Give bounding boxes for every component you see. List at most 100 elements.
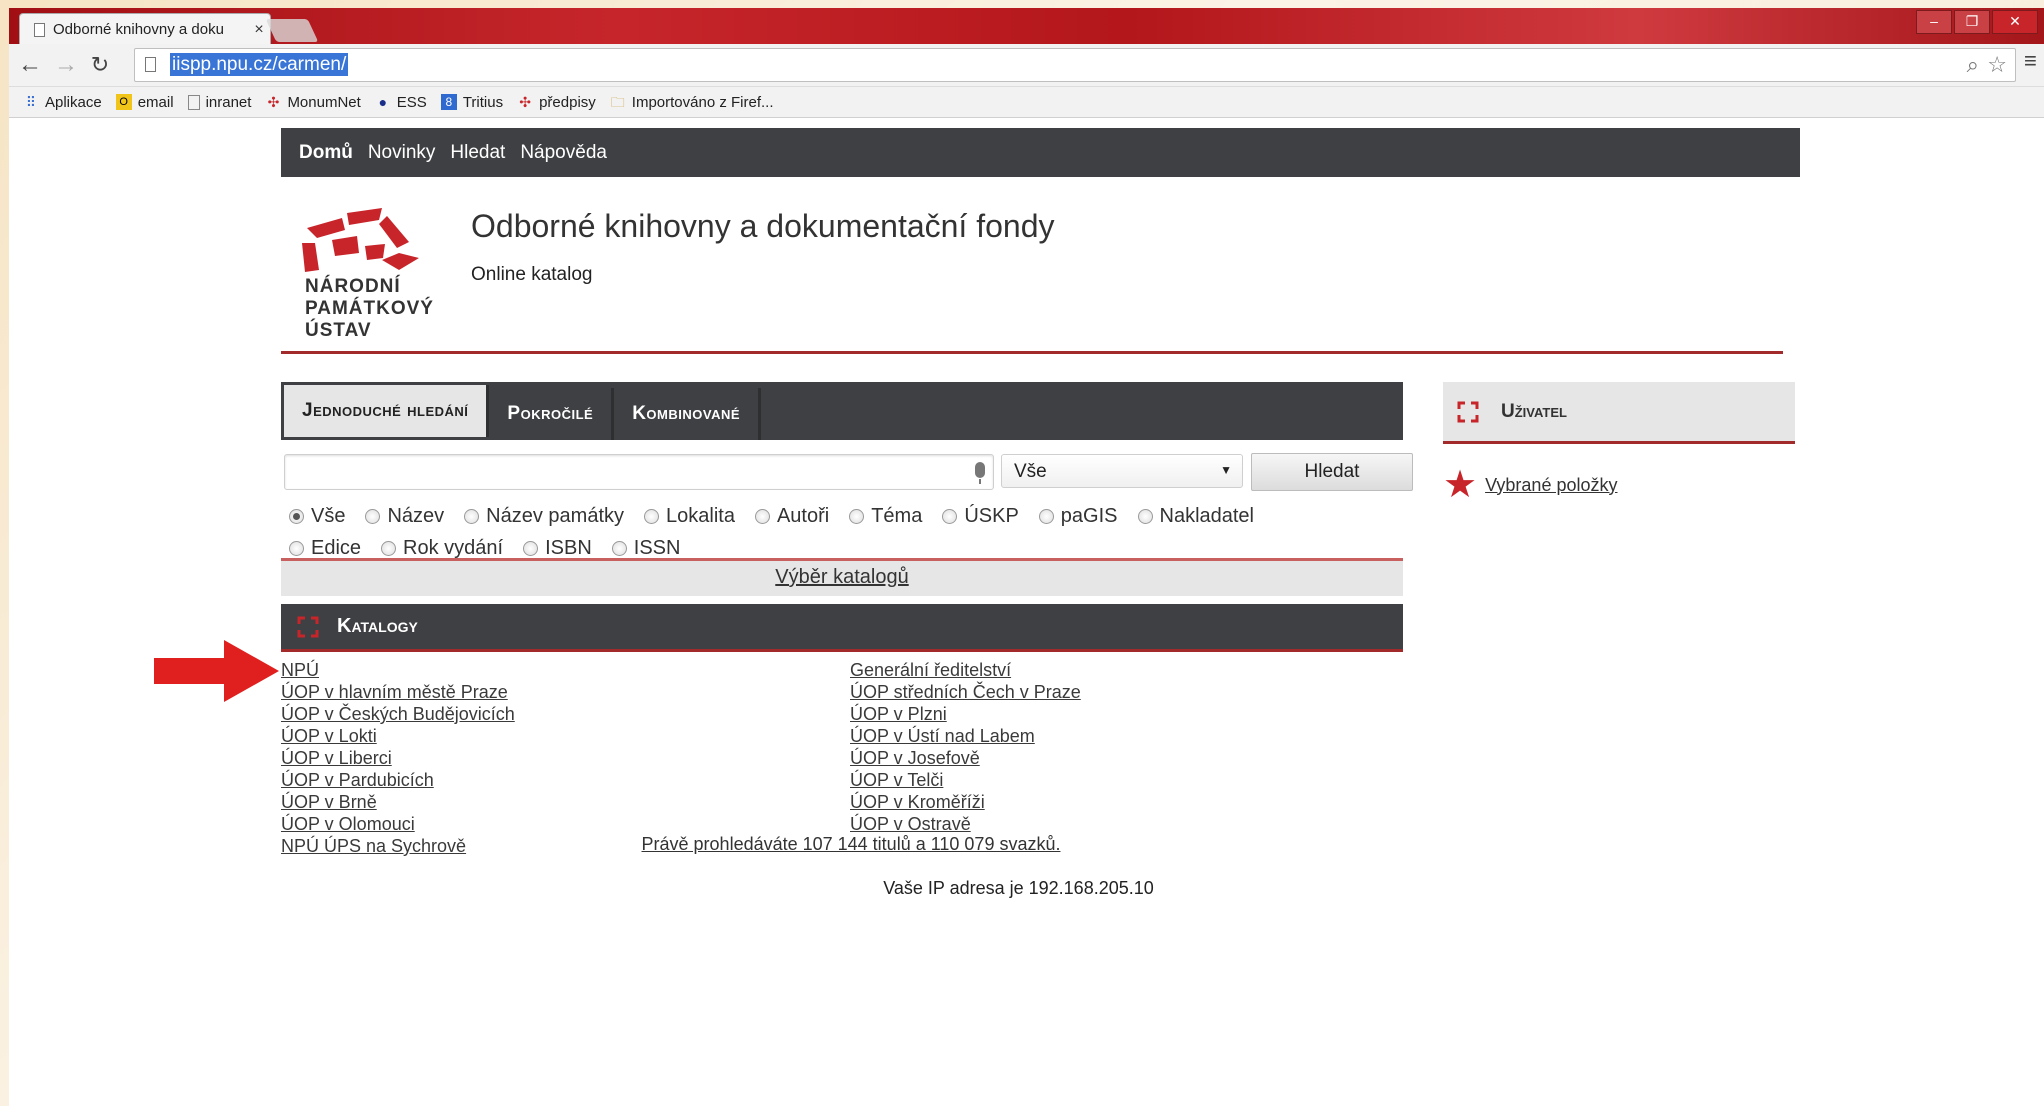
radio-button-icon[interactable] [381,540,397,556]
forward-arrow-icon[interactable]: → [51,50,81,80]
tab-advanced-search[interactable]: Pokročilé [489,388,615,440]
catalog-link[interactable]: ÚOP v Ústí nad Labem [850,725,1081,747]
catalog-list-right: Generální ředitelství ÚOP středních Čech … [850,659,1081,835]
ess-icon: ● [378,94,388,110]
radio-option[interactable]: ISBN [523,537,592,560]
address-bar[interactable]: iispp.npu.cz/carmen/ ⌕ ☆ [134,48,2016,82]
radio-option[interactable]: Téma [849,505,922,528]
radio-button-icon[interactable] [1137,508,1153,524]
catalog-select-link[interactable]: Výběr katalogů [775,566,908,588]
radio-option[interactable]: Nakladatel [1137,505,1254,528]
catalog-select-bar: Výběr katalogů [281,558,1403,596]
catalog-link[interactable]: ÚOP středních Čech v Praze [850,681,1081,703]
catalog-link[interactable]: ÚOP v Josefově [850,747,1081,769]
radio-option[interactable]: ISSN [611,537,680,560]
bookmark-star-icon[interactable]: ☆ [1987,52,2007,78]
search-input[interactable] [284,454,994,490]
bookmark-monumnet[interactable]: ✣ MonumNet [265,94,361,111]
tab-simple-search[interactable]: Jednoduché hledání [284,385,490,437]
search-button[interactable]: Hledat [1251,453,1413,491]
url-text[interactable]: iispp.npu.cz/carmen/ [170,53,349,76]
bookmark-imported-folder[interactable]: 🗀 Importováno z Firef... [610,94,774,111]
outlook-icon: O [115,94,132,110]
title-bar: Odborné knihovny a doku × – ❐ ✕ [9,8,2044,45]
stats-link[interactable]: Právě prohledáváte 107 144 titulů a 110 … [642,834,1061,854]
nav-home[interactable]: Domů [299,142,353,164]
browser-tab[interactable]: Odborné knihovny a doku × [19,13,271,45]
radio-button-icon[interactable] [849,508,865,524]
radio-button-icon[interactable] [464,508,480,524]
menu-icon[interactable]: ≡ [2024,50,2044,72]
bookmark-apps[interactable]: ⠿ Aplikace [23,94,102,111]
tab-combined-search[interactable]: Kombinované [614,388,762,440]
nav-news[interactable]: Novinky [368,142,436,164]
new-tab-button[interactable] [265,19,319,42]
radio-button-icon[interactable] [644,508,660,524]
catalog-link[interactable]: ÚOP v Ostravě [850,813,1081,835]
radio-label: Lokalita [666,504,735,527]
catalog-link[interactable]: ÚOP v Lokti [281,725,515,747]
page-icon [187,94,200,110]
window-close-button[interactable]: ✕ [1992,10,2038,34]
radio-button-icon[interactable] [1038,508,1054,524]
top-navigation: Domů Novinky Hledat Nápověda [281,128,1800,177]
radio-button-icon[interactable] [942,508,958,524]
radio-option[interactable]: Edice [289,537,361,560]
radio-option[interactable]: Lokalita [644,505,735,528]
microphone-icon[interactable] [975,462,985,484]
catalog-link[interactable]: ÚOP v Liberci [281,747,515,769]
bookmark-email[interactable]: O email [115,94,174,111]
npu-logo-icon: ✣ [519,94,531,110]
radio-button-icon[interactable] [611,540,627,556]
selected-items-link[interactable]: Vybrané položky [1485,475,1617,496]
radio-button-icon[interactable] [365,508,381,524]
scope-select[interactable]: Vše ▼ [1001,454,1243,488]
radio-label: Rok vydání [403,536,504,559]
npu-logo-icon: ✣ [267,94,280,110]
catalog-link[interactable]: Generální ředitelství [850,659,1081,681]
radio-button-icon[interactable] [754,508,770,524]
bookmark-tritius[interactable]: 8 Tritius [440,94,503,111]
minimize-button[interactable]: – [1916,10,1952,34]
nav-help[interactable]: Nápověda [520,142,607,164]
radio-button-icon[interactable] [289,508,304,524]
zoom-icon[interactable]: ⌕ [1967,52,1979,78]
radio-option[interactable]: paGIS [1038,504,1118,528]
search-field-radios: Vše Název Název památky Lokalita Autoři Téma Ú… [289,500,1409,564]
window-controls: – ❐ ✕ [1916,10,2038,34]
radio-option[interactable]: Autoři [754,505,829,528]
radio-option[interactable]: ÚSKP [942,505,1019,528]
page-icon [34,22,45,37]
radio-option[interactable]: Vše [289,505,345,528]
nav-search[interactable]: Hledat [450,142,505,164]
catalog-link[interactable]: ÚOP v Kroměříži [850,791,1081,813]
catalog-link[interactable]: ÚOP v Plzni [850,703,1081,725]
ip-address: Vaše IP adresa je 192.168.205.10 [883,878,1154,898]
radio-option[interactable]: Název [365,505,444,528]
radio-label: paGIS [1060,504,1118,527]
reload-icon[interactable]: ↻ [85,50,115,80]
bookmark-ess[interactable]: ● ESS [375,94,427,111]
catalog-link[interactable]: ÚOP v Olomouci [281,813,515,835]
radio-label: Edice [311,536,362,559]
radio-option[interactable]: Název památky [464,505,624,528]
catalog-list-left: NPÚ ÚOP v hlavním městě Praze ÚOP v Českýc… [281,659,515,857]
radio-label: Téma [871,504,923,527]
radio-label: Název památky [486,504,625,527]
logo-text: NÁRODNÍ PAMÁTKOVÝ ÚSTAV [305,276,434,341]
catalog-link[interactable]: ÚOP v Pardubicích [281,769,515,791]
catalog-link[interactable]: NPÚ [281,659,515,681]
maximize-button[interactable]: ❐ [1954,10,1990,34]
bookmark-predpisy[interactable]: ✣ předpisy [517,94,596,111]
bookmark-inranet[interactable]: inranet [187,94,251,111]
back-arrow-icon[interactable]: ← [15,50,45,80]
catalog-link[interactable]: ÚOP v Českých Budějovicích [281,703,515,725]
radio-button-icon[interactable] [289,540,304,556]
browser-toolbar: ← → ↻ iispp.npu.cz/carmen/ ⌕ ☆ ≡ [9,44,2044,87]
catalog-link[interactable]: ÚOP v hlavním městě Praze [281,681,515,703]
radio-button-icon[interactable] [523,540,539,556]
catalog-link[interactable]: ÚOP v Telči [850,769,1081,791]
catalog-link[interactable]: ÚOP v Brně [281,791,515,813]
page-icon [145,57,156,72]
radio-option[interactable]: Rok vydání [381,537,503,560]
